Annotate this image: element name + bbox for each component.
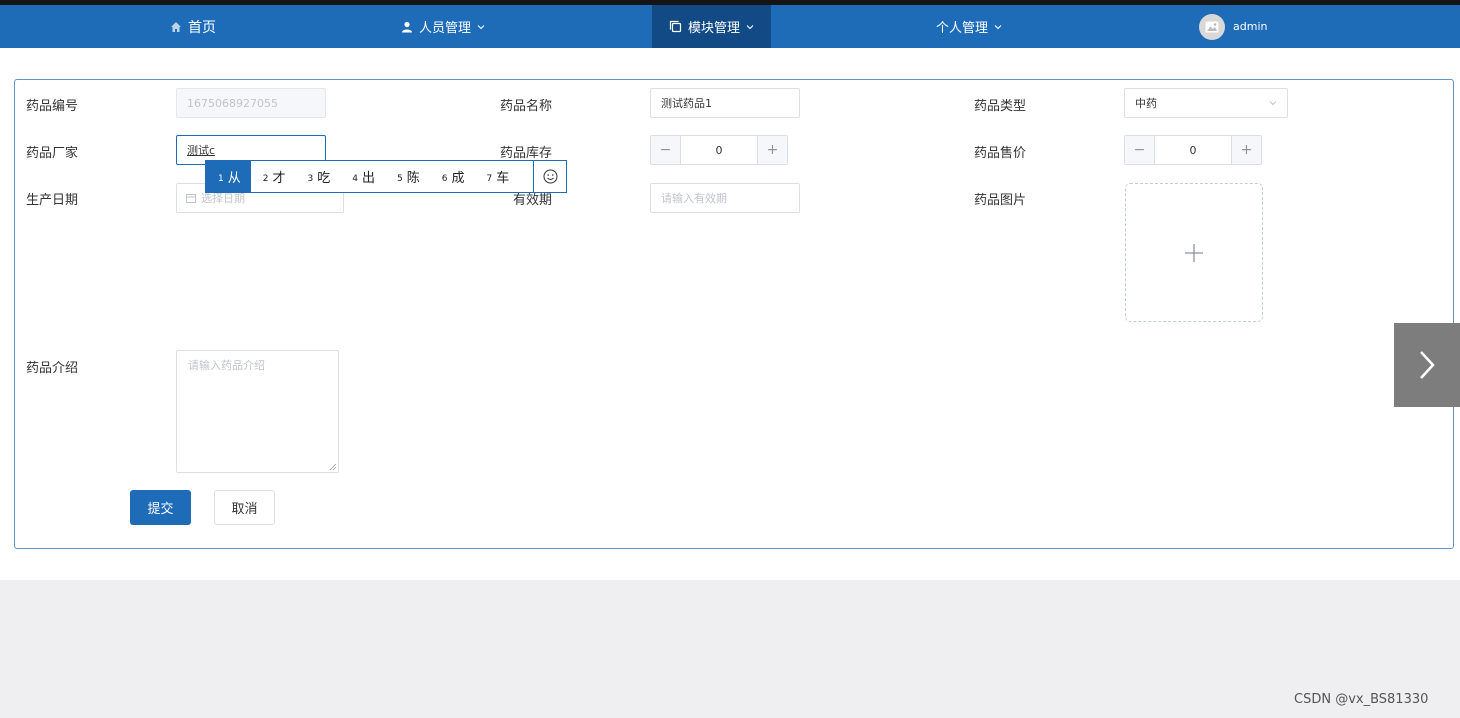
price-increase-button[interactable]: + [1231,136,1261,164]
chevron-down-icon [746,24,754,29]
nav-personal[interactable]: 个人管理 [936,5,1002,48]
image-icon [1205,21,1219,32]
user-menu[interactable]: admin [1199,5,1267,48]
smiley-icon [543,169,557,184]
ime-candidate[interactable]: 5陈 [385,161,430,192]
ime-candidate-bar: 1从 2才 3吃 4出 5陈 6成 7车 [205,160,567,193]
price-label: 药品售价 [974,146,1027,161]
type-label: 药品类型 [974,99,1027,114]
chevron-right-icon [1420,351,1435,379]
user-icon [402,21,412,32]
name-value: 测试药品1 [661,97,712,110]
ime-candidate[interactable]: 2才 [251,161,296,192]
stock-stepper[interactable]: − 0 + [650,135,788,165]
maker-label: 药品厂家 [26,146,79,161]
nav-modules[interactable]: 模块管理 [652,5,772,48]
home-icon [171,21,181,32]
price-decrease-button[interactable]: − [1125,136,1155,164]
copy-icon [669,20,682,33]
chevron-down-icon [477,24,485,29]
name-label: 药品名称 [500,99,553,114]
stock-label: 药品库存 [500,146,553,161]
ime-candidate[interactable]: 3吃 [296,161,341,192]
intro-label: 药品介绍 [26,361,79,376]
price-stepper[interactable]: − 0 + [1124,135,1262,165]
image-label: 药品图片 [974,193,1027,208]
prod-date-label: 生产日期 [26,193,79,208]
chevron-down-icon [994,24,1002,29]
image-upload[interactable] [1125,183,1263,322]
calendar-icon [186,194,196,203]
resize-handle-icon[interactable] [329,463,337,471]
code-value: 1675068927055 [187,96,278,110]
expiry-input[interactable]: 请输入有效期 [650,183,800,213]
navbar: 首页 人员管理 模块管理 个人管理 admin [0,5,1460,48]
username: admin [1233,20,1268,33]
code-label: 药品编号 [26,99,79,114]
ime-candidate[interactable]: 4出 [340,161,385,192]
nav-users[interactable]: 人员管理 [401,5,485,48]
cancel-button[interactable]: 取消 [214,490,275,525]
stock-decrease-button[interactable]: − [651,136,681,164]
stock-value[interactable]: 0 [681,136,757,164]
maker-value: 测试c [187,144,216,157]
ime-candidate[interactable]: 6成 [430,161,475,192]
chevron-down-icon [1269,101,1277,106]
avatar [1199,13,1225,40]
next-slide-button[interactable] [1394,323,1460,407]
main-content: 药品编号 1675068927055 药品名称 测试药品1 药品类型 中药 药品… [0,48,1460,580]
drug-form: 药品编号 1675068927055 药品名称 测试药品1 药品类型 中药 药品… [14,79,1454,549]
nav-personal-label: 个人管理 [936,21,989,36]
watermark: CSDN @vx_BS81330 [1294,692,1429,707]
ime-candidate[interactable]: 7车 [475,161,520,192]
price-value[interactable]: 0 [1155,136,1231,164]
nav-home[interactable]: 首页 [170,5,216,48]
nav-users-label: 人员管理 [419,21,472,36]
expiry-placeholder: 请输入有效期 [661,192,727,205]
code-input[interactable]: 1675068927055 [176,88,326,118]
intro-placeholder: 请输入药品介绍 [188,359,265,372]
ime-candidate[interactable]: 1从 [206,161,251,192]
submit-button[interactable]: 提交 [130,490,191,525]
type-value: 中药 [1135,97,1157,110]
intro-textarea[interactable]: 请输入药品介绍 [176,350,339,473]
name-input[interactable]: 测试药品1 [650,88,800,118]
nav-home-label: 首页 [188,19,216,36]
stock-increase-button[interactable]: + [757,136,787,164]
ime-emoji-button[interactable] [533,161,566,192]
plus-icon [1185,243,1203,262]
nav-modules-label: 模块管理 [688,21,741,36]
type-select[interactable]: 中药 [1124,88,1288,118]
